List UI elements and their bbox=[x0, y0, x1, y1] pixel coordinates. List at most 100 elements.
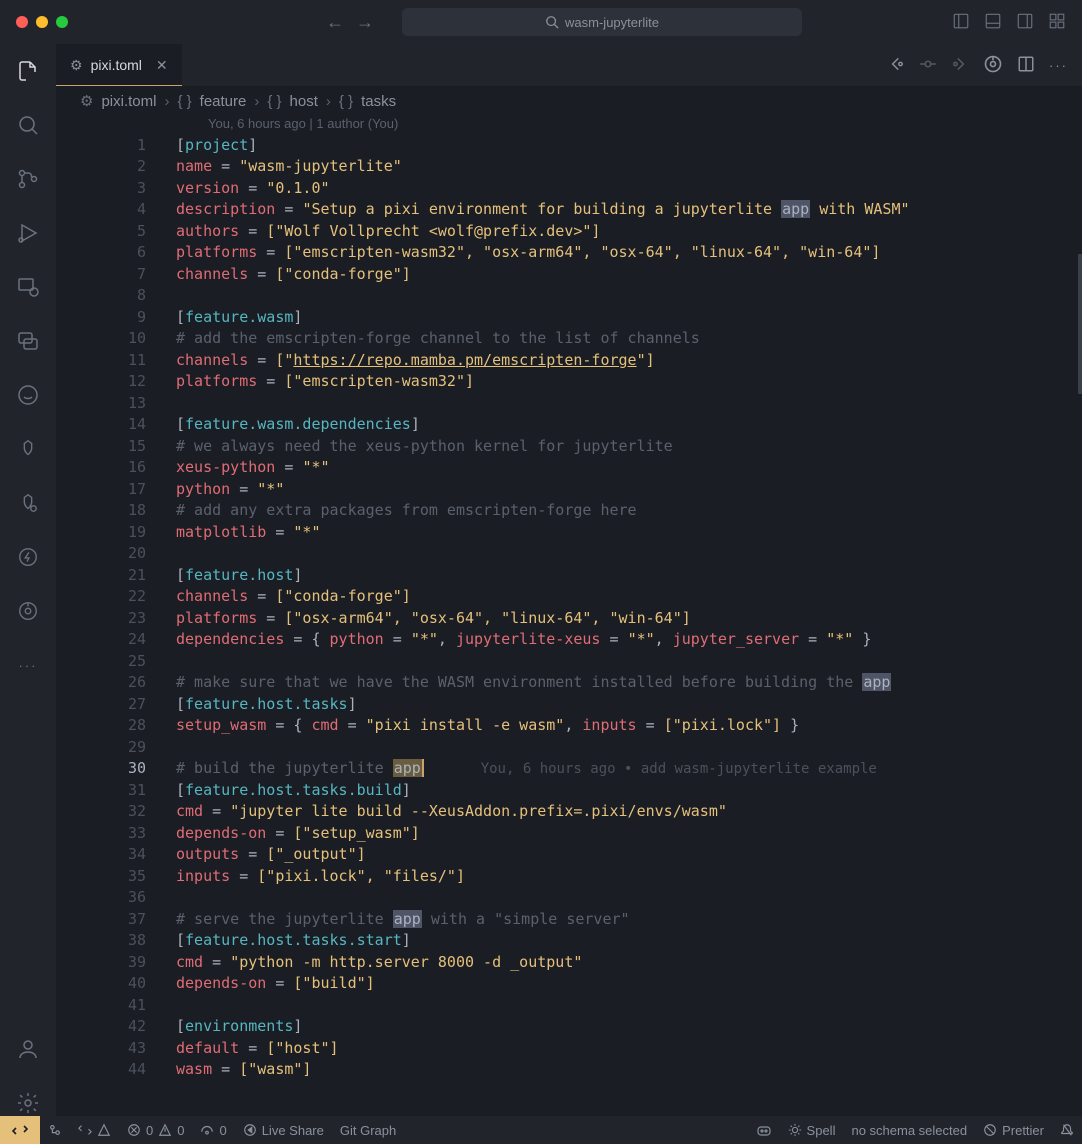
source-control-icon[interactable] bbox=[15, 166, 41, 192]
tab-close-button[interactable]: ✕ bbox=[156, 57, 168, 74]
schema-status[interactable]: no schema selected bbox=[843, 1123, 975, 1138]
chat-icon[interactable] bbox=[15, 328, 41, 354]
spell-status[interactable]: Spell bbox=[780, 1123, 844, 1138]
customize-layout-icon[interactable] bbox=[1048, 12, 1066, 33]
code-line[interactable]: 28setup_wasm = { cmd = "pixi install -e … bbox=[56, 715, 1082, 737]
code-line[interactable]: 20 bbox=[56, 543, 1082, 565]
code-line[interactable]: 5authors = ["Wolf Vollprecht <wolf@prefi… bbox=[56, 220, 1082, 242]
toggle-panel-icon[interactable] bbox=[984, 12, 1002, 33]
code-line[interactable]: 39cmd = "python -m http.server 8000 -d _… bbox=[56, 951, 1082, 973]
error-count: 0 bbox=[146, 1123, 153, 1138]
code-editor[interactable]: 1[project]2name = "wasm-jupyterlite"3ver… bbox=[56, 134, 1082, 1116]
code-line[interactable]: 2name = "wasm-jupyterlite" bbox=[56, 156, 1082, 178]
explorer-icon[interactable] bbox=[15, 58, 41, 84]
code-line[interactable]: 19matplotlib = "*" bbox=[56, 521, 1082, 543]
code-line[interactable]: 25 bbox=[56, 650, 1082, 672]
toggle-secondary-sidebar-icon[interactable] bbox=[1016, 12, 1034, 33]
prettier-status[interactable]: Prettier bbox=[975, 1123, 1052, 1138]
breadcrumb-item[interactable]: feature bbox=[200, 93, 247, 110]
line-number: 19 bbox=[56, 521, 176, 543]
minimap[interactable] bbox=[1078, 254, 1082, 394]
nav-forward-button[interactable]: → bbox=[356, 12, 374, 33]
pixi-tasks-icon[interactable] bbox=[15, 490, 41, 516]
code-line[interactable]: 11channels = ["https://repo.mamba.pm/ems… bbox=[56, 349, 1082, 371]
problems-status[interactable]: 0 0 bbox=[119, 1123, 192, 1138]
settings-gear-icon[interactable] bbox=[15, 1090, 41, 1116]
code-line[interactable]: 33depends-on = ["setup_wasm"] bbox=[56, 822, 1082, 844]
code-line[interactable]: 30# build the jupyterlite app You, 6 hou… bbox=[56, 758, 1082, 780]
code-line[interactable]: 23platforms = ["osx-arm64", "osx-64", "l… bbox=[56, 607, 1082, 629]
code-line[interactable]: 10# add the emscripten-forge channel to … bbox=[56, 328, 1082, 350]
code-line[interactable]: 31[feature.host.tasks.build] bbox=[56, 779, 1082, 801]
code-line[interactable]: 7channels = ["conda-forge"] bbox=[56, 263, 1082, 285]
code-line[interactable]: 27[feature.host.tasks] bbox=[56, 693, 1082, 715]
code-line[interactable]: 22channels = ["conda-forge"] bbox=[56, 586, 1082, 608]
code-line[interactable]: 37# serve the jupyterlite app with a "si… bbox=[56, 908, 1082, 930]
code-line[interactable]: 43default = ["host"] bbox=[56, 1037, 1082, 1059]
code-line[interactable]: 14[feature.wasm.dependencies] bbox=[56, 414, 1082, 436]
code-line[interactable]: 9[feature.wasm] bbox=[56, 306, 1082, 328]
remote-explorer-icon[interactable] bbox=[15, 274, 41, 300]
gitlens-icon[interactable] bbox=[15, 598, 41, 624]
git-compare-status[interactable] bbox=[70, 1123, 119, 1137]
code-line[interactable]: 18# add any extra packages from emscript… bbox=[56, 500, 1082, 522]
gitgraph-status[interactable]: Git Graph bbox=[332, 1123, 404, 1138]
search-activity-icon[interactable] bbox=[15, 112, 41, 138]
code-line[interactable]: 42[environments] bbox=[56, 1016, 1082, 1038]
code-line[interactable]: 4description = "Setup a pixi environment… bbox=[56, 199, 1082, 221]
more-icon[interactable]: ··· bbox=[15, 652, 41, 678]
more-actions-icon[interactable]: ··· bbox=[1049, 58, 1068, 73]
code-line[interactable]: 35inputs = ["pixi.lock", "files/"] bbox=[56, 865, 1082, 887]
notifications-status[interactable] bbox=[1052, 1123, 1082, 1137]
code-line[interactable]: 13 bbox=[56, 392, 1082, 414]
code-line[interactable]: 38[feature.host.tasks.start] bbox=[56, 930, 1082, 952]
code-line[interactable]: 3version = "0.1.0" bbox=[56, 177, 1082, 199]
breadcrumb-item[interactable]: tasks bbox=[361, 93, 396, 110]
copilot-status[interactable] bbox=[748, 1122, 780, 1138]
breadcrumb[interactable]: ⚙ pixi.toml › { } feature › { } host › {… bbox=[56, 86, 1082, 116]
close-window-button[interactable] bbox=[16, 16, 28, 28]
gitlens-toggle-icon[interactable] bbox=[983, 54, 1003, 77]
line-content: platforms = ["osx-arm64", "osx-64", "lin… bbox=[176, 607, 1082, 629]
extension-icon-1[interactable] bbox=[15, 382, 41, 408]
code-line[interactable]: 8 bbox=[56, 285, 1082, 307]
tab-pixi-toml[interactable]: ⚙ pixi.toml ✕ bbox=[56, 44, 182, 86]
git-prev-change-icon[interactable] bbox=[887, 55, 905, 76]
code-line[interactable]: 41 bbox=[56, 994, 1082, 1016]
code-line[interactable]: 29 bbox=[56, 736, 1082, 758]
command-center-search[interactable]: wasm-jupyterlite bbox=[402, 8, 802, 36]
code-line[interactable]: 16xeus-python = "*" bbox=[56, 457, 1082, 479]
git-commit-icon[interactable] bbox=[919, 55, 937, 76]
code-line[interactable]: 40depends-on = ["build"] bbox=[56, 973, 1082, 995]
search-text: wasm-jupyterlite bbox=[565, 15, 659, 30]
code-line[interactable]: 17python = "*" bbox=[56, 478, 1082, 500]
minimize-window-button[interactable] bbox=[36, 16, 48, 28]
code-line[interactable]: 21[feature.host] bbox=[56, 564, 1082, 586]
code-line[interactable]: 34outputs = ["_output"] bbox=[56, 844, 1082, 866]
sync-status[interactable] bbox=[40, 1123, 70, 1137]
line-number: 17 bbox=[56, 478, 176, 500]
code-line[interactable]: 32cmd = "jupyter lite build --XeusAddon.… bbox=[56, 801, 1082, 823]
remote-button[interactable] bbox=[0, 1116, 40, 1144]
code-line[interactable]: 26# make sure that we have the WASM envi… bbox=[56, 672, 1082, 694]
code-line[interactable]: 1[project] bbox=[56, 134, 1082, 156]
code-line[interactable]: 6platforms = ["emscripten-wasm32", "osx-… bbox=[56, 242, 1082, 264]
thunder-icon[interactable] bbox=[15, 544, 41, 570]
maximize-window-button[interactable] bbox=[56, 16, 68, 28]
breadcrumb-item[interactable]: host bbox=[290, 93, 318, 110]
code-line[interactable]: 44wasm = ["wasm"] bbox=[56, 1059, 1082, 1081]
code-line[interactable]: 15# we always need the xeus-python kerne… bbox=[56, 435, 1082, 457]
pixi-icon[interactable] bbox=[15, 436, 41, 462]
split-editor-icon[interactable] bbox=[1017, 55, 1035, 76]
git-next-change-icon[interactable] bbox=[951, 55, 969, 76]
run-debug-icon[interactable] bbox=[15, 220, 41, 246]
code-line[interactable]: 12platforms = ["emscripten-wasm32"] bbox=[56, 371, 1082, 393]
code-line[interactable]: 36 bbox=[56, 887, 1082, 909]
accounts-icon[interactable] bbox=[15, 1036, 41, 1062]
ports-status[interactable]: 0 bbox=[192, 1123, 234, 1138]
nav-back-button[interactable]: ← bbox=[326, 12, 344, 33]
toggle-primary-sidebar-icon[interactable] bbox=[952, 12, 970, 33]
liveshare-status[interactable]: Live Share bbox=[235, 1123, 332, 1138]
breadcrumb-item[interactable]: pixi.toml bbox=[101, 93, 156, 110]
code-line[interactable]: 24dependencies = { python = "*", jupyter… bbox=[56, 629, 1082, 651]
